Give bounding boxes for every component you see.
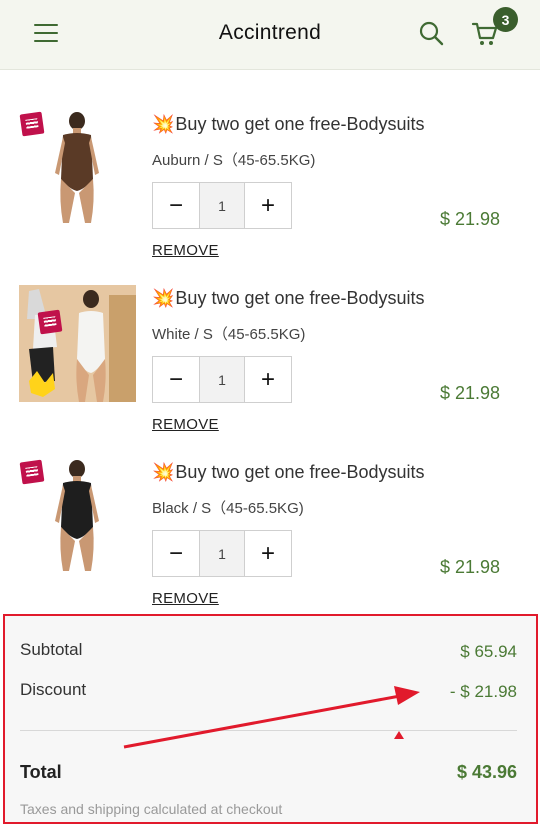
product-title[interactable]: 💥Buy two get one free-Bodysuits — [152, 462, 425, 483]
product-variant: White / S（45-65.5KG) — [152, 326, 306, 343]
decrease-quantity-button[interactable]: − — [153, 357, 199, 402]
quantity-input[interactable] — [199, 531, 245, 576]
item-price: $ 21.98 — [439, 209, 500, 229]
discount-value: - $ 21.98 — [449, 682, 517, 701]
sparkle-icon: 💥 — [152, 462, 175, 482]
increase-quantity-button[interactable]: + — [245, 357, 291, 402]
promo-sale-tag — [19, 459, 45, 485]
sparkle-icon: 💥 — [152, 288, 175, 308]
sparkle-icon: 💥 — [152, 114, 175, 134]
promo-sale-tag — [37, 309, 63, 335]
remove-item-link[interactable]: REMOVE — [152, 416, 219, 433]
item-price: $ 21.98 — [439, 557, 500, 577]
item-price: $ 21.98 — [439, 383, 500, 403]
promo-sale-tag — [19, 111, 45, 137]
quantity-stepper: − + — [152, 182, 292, 229]
total-label: Total — [20, 762, 62, 782]
top-header: Accintrend 3 — [0, 0, 540, 70]
quantity-input[interactable] — [199, 183, 245, 228]
product-thumbnail[interactable] — [19, 111, 136, 228]
discount-label: Discount — [20, 680, 87, 699]
cart-item: 💥Buy two get one free-Bodysuits Black / … — [0, 459, 540, 633]
product-title[interactable]: 💥Buy two get one free-Bodysuits — [152, 114, 425, 135]
total-value: $ 43.96 — [456, 762, 517, 782]
remove-item-link[interactable]: REMOVE — [152, 242, 219, 259]
quantity-stepper: − + — [152, 530, 292, 577]
decrease-quantity-button[interactable]: − — [153, 531, 199, 576]
subtotal-value: $ 65.94 — [460, 642, 517, 661]
quantity-stepper: − + — [152, 356, 292, 403]
product-title[interactable]: 💥Buy two get one free-Bodysuits — [152, 288, 425, 309]
product-variant: Auburn / S（45-65.5KG) — [152, 152, 316, 169]
increase-quantity-button[interactable]: + — [245, 183, 291, 228]
increase-quantity-button[interactable]: + — [245, 531, 291, 576]
subtotal-label: Subtotal — [20, 640, 83, 659]
product-variant: Black / S（45-65.5KG) — [152, 500, 304, 517]
order-summary: Subtotal $ 65.94 Discount - $ 21.98 Tota… — [3, 614, 538, 824]
search-icon[interactable] — [418, 20, 444, 46]
summary-divider — [20, 730, 517, 731]
checkout-note: Taxes and shipping calculated at checkou… — [20, 801, 283, 817]
product-thumbnail[interactable] — [19, 459, 136, 576]
store-logo[interactable]: Accintrend — [0, 21, 540, 45]
cart-item: 💥Buy two get one free-Bodysuits White / … — [0, 285, 540, 459]
quantity-input[interactable] — [199, 357, 245, 402]
cart-item: 💥Buy two get one free-Bodysuits Auburn /… — [0, 111, 540, 285]
product-thumbnail[interactable] — [19, 285, 136, 402]
cart-count-badge: 3 — [493, 7, 518, 32]
remove-item-link[interactable]: REMOVE — [152, 590, 219, 607]
decrease-quantity-button[interactable]: − — [153, 183, 199, 228]
